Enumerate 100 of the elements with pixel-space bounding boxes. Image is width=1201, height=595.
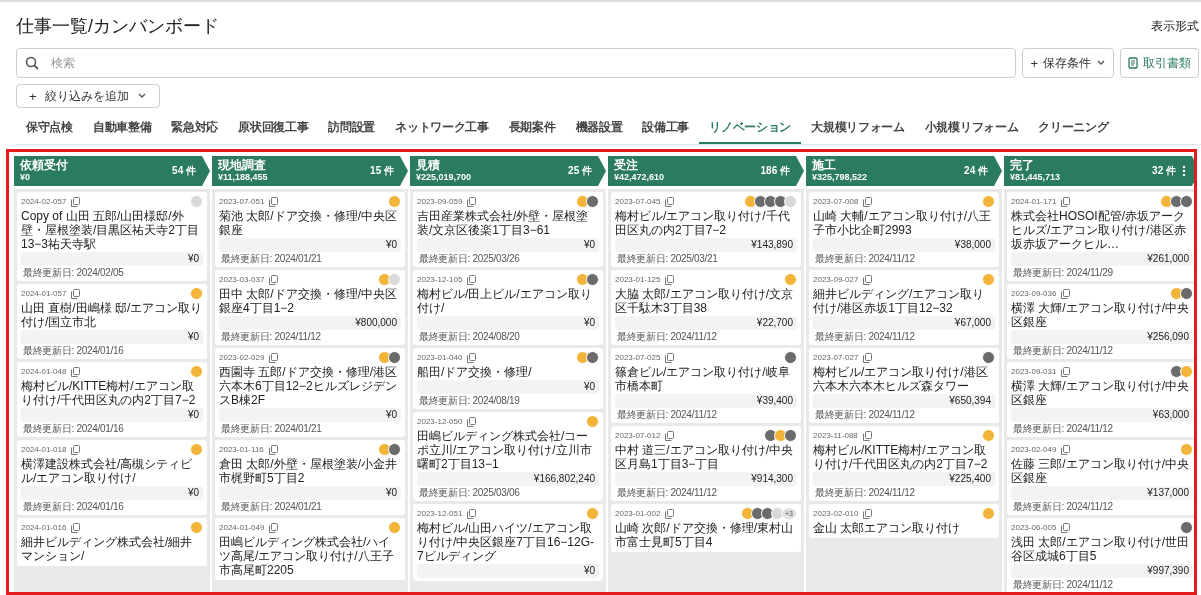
category-tab[interactable]: 自動車整備 (82, 114, 162, 144)
last-updated-date: 最終更新日: 2024/02/05 (22, 267, 125, 278)
copy-icon (467, 274, 477, 285)
avatar (784, 273, 797, 286)
job-card[interactable]: 2023-02-049 佐藤 三郎/エアコン取り付け/中央区銀座 ¥137,000 最終更新日: 2024/11/12 (1007, 440, 1194, 515)
job-amount: ¥0 (21, 252, 203, 266)
job-card[interactable]: 2024-01-016 細井ビルディング株式会社/細井マンション/ (17, 518, 207, 566)
category-tab[interactable]: 大規模リフォーム (801, 114, 915, 144)
last-updated-date: 最終更新日: 2024/11/12 (814, 409, 916, 420)
avatar (586, 195, 599, 208)
job-card[interactable]: 2024-01-018 横澤建設株式会社/高槻シティビル/エアコン取り付け/ ¥0 最終更新日: 2024/01/16 (17, 440, 207, 515)
last-updated-date: 最終更新日: 2024/11/12 (814, 331, 916, 342)
category-tab[interactable]: リノベーション (699, 114, 802, 144)
last-updated-date: 最終更新日: 2024/11/12 (1012, 501, 1114, 512)
job-number: 2023-09-027 (813, 275, 859, 284)
job-card[interactable]: 2023-09-031 横澤 大輝/エアコン取り付け/中央区銀座 ¥63,000 最終更新日: 2024/11/12 (1007, 362, 1194, 437)
job-title: 西園寺 五郎/ドア交換・修理/港区六本木6丁目12−2ヒルズレジデンスB棟2F (219, 365, 398, 407)
documents-button[interactable]: 取引書類 (1120, 48, 1199, 78)
category-tab[interactable]: クリーニング (1028, 114, 1119, 144)
job-amount: ¥0 (21, 486, 203, 500)
category-tab[interactable]: 原状回復工事 (228, 114, 319, 144)
avatar (190, 365, 203, 378)
job-card[interactable]: 2023-12-050 田嶋ビルディング株式会社/コーポ立川/エアコン取り付け/立川市曙町2丁目13−1 ¥166,802,240 最終更新日: 2025/03/06 (413, 412, 603, 501)
job-title: 株式会社HOSOI配管/赤坂アークヒルズ/エアコン取り付け/港区赤坂赤坂アークヒル… (1011, 209, 1187, 251)
job-card[interactable]: 2023-07-051 菊池 太郎/ドア交換・修理/中央区銀座 ¥0 最終更新日: 2024/01/21 (215, 192, 405, 267)
job-card[interactable]: 2023-07-025 篠倉ビル/エアコン取り付け/岐阜市橋本町 ¥39,400 最終更新日: 2024/11/12 (611, 348, 801, 423)
category-tab[interactable]: 設備工事 (632, 114, 700, 144)
job-card[interactable]: 2024-01-048 梅村ビル/KITTE梅村/エアコン取り付け/千代田区丸の内2丁目7−2 ¥0 最終更新日: 2024/01/16 (17, 362, 207, 437)
job-amount: ¥166,802,240 (417, 472, 599, 486)
stage-count: 54 件 (172, 164, 196, 178)
job-title: 横澤 大輝/エアコン取り付け/中央区銀座 (1011, 379, 1190, 407)
job-title: 細井ビルディング/エアコン取り付け/港区赤坂1丁目12−32 (813, 287, 986, 315)
avatar (982, 273, 995, 286)
job-card[interactable]: 2023-12-105 梅村ビル/田上ビル/エアコン取り付け/ ¥0 最終更新日: 2024/08/20 (413, 270, 603, 345)
category-tab[interactable]: 緊急対応 (161, 114, 229, 144)
copy-icon (862, 430, 872, 441)
avatar (190, 521, 203, 534)
job-number: 2023-07-025 (615, 353, 661, 362)
job-card[interactable]: 2023-09-036 横澤 大輝/エアコン取り付け/中央区銀座 ¥256,090 最終更新日: 2024/11/12 (1007, 284, 1194, 359)
job-title: 田嶋ビルディング株式会社/コーポ立川/エアコン取り付け/立川市曙町2丁目13−1 (417, 429, 593, 471)
job-card[interactable]: 2024-02-057 Copy of 山田 五郎/山田様邸/外壁・屋根塗装/目黒区祐天寺2丁目13−3祐天寺駅 ¥0 最終更新日: 2024/02/05 (17, 192, 207, 281)
job-card[interactable]: 2023-12-051 梅村ビル/山田ハイツ/エアコン取り付け/中央区銀座7丁目16−12G-7ビルディング ¥0 (413, 504, 603, 581)
job-card[interactable]: 2023-07-045 梅村ビル/エアコン取り付け/千代田区丸の内2丁目7−2 ¥143,890 最終更新日: 2025/03/21 (611, 192, 801, 267)
job-card[interactable]: 2023-09-059 吉田産業株式会社/外壁・屋根塗装/文京区後楽1丁目3−61 ¥0 最終更新日: 2025/03/26 (413, 192, 603, 267)
job-title: 山崎 次郎/ドア交換・修理/東村山市富士見町5丁目4 (615, 521, 794, 549)
stage-count: 15 件 (370, 164, 394, 178)
job-title: 倉田 太郎/外壁・屋根塗装/小金井市梶野町5丁目2 (219, 457, 398, 485)
category-tab[interactable]: 長期案件 (498, 114, 566, 144)
job-card[interactable]: 2023-02-029 西園寺 五郎/ドア交換・修理/港区六本木6丁目12−2ヒルズレジデンスB棟2F ¥0 最終更新日: 2024/01/21 (215, 348, 405, 437)
category-tab[interactable]: 小規模リフォーム (914, 114, 1029, 144)
job-card[interactable]: 2023-01-116 倉田 太郎/外壁・屋根塗装/小金井市梶野町5丁目2 ¥0 最終更新日: 2024/01/21 (215, 440, 405, 515)
job-title: 田嶋ビルディング株式会社/ハイツ高尾/エアコン取り付け/八王子市高尾町2205 (219, 535, 395, 577)
job-card[interactable]: 2023-06-005 浅田 太郎/エアコン取り付け/世田谷区成城6丁目5 ¥997,390 最終更新日: 2024/11/12 (1007, 518, 1194, 592)
job-card[interactable]: 2023-07-012 中村 道三/エアコン取り付け/中央区月島1丁目3−丁目 ¥914,300 最終更新日: 2024/11/12 (611, 426, 801, 501)
job-card[interactable]: 2023-01-040 船田/ドア交換・修理/ ¥0 最終更新日: 2024/08/19 (413, 348, 603, 409)
avatar (586, 415, 599, 428)
view-mode-label[interactable]: 表示形式 (1151, 17, 1199, 35)
more-icon[interactable] (1182, 165, 1186, 177)
job-title: 大脇 太郎/エアコン取り付け/文京区千駄木3丁目38 (615, 287, 794, 315)
job-number: 2023-02-049 (1011, 445, 1057, 454)
avatar (784, 195, 797, 208)
avatar (586, 273, 599, 286)
job-title: 横澤 大輝/エアコン取り付け/中央区銀座 (1011, 301, 1190, 329)
job-card[interactable]: 2023-01-125 大脇 太郎/エアコン取り付け/文京区千駄木3丁目38 ¥22,700 最終更新日: 2024/11/12 (611, 270, 801, 345)
job-card[interactable]: 2024-01-171 株式会社HOSOI配管/赤坂アークヒルズ/エアコン取り付け/港区赤坂赤坂アークヒル… ¥261,000 最終更新日: 2024/11/29 (1007, 192, 1194, 281)
category-tab[interactable]: 訪問設置 (318, 114, 386, 144)
job-card[interactable]: 2023-11-088 梅村ビル/KITTE梅村/エアコン取り付け/千代田区丸の内2丁目7−2 ¥225,400 最終更新日: 2024/11/12 (809, 426, 999, 501)
job-card[interactable]: 2023-03-037 田中 太郎/ドア交換・修理/中央区銀座4丁目1−2 ¥800,000 最終更新日: 2024/11/12 (215, 270, 405, 345)
job-card[interactable]: 2023-07-027 梅村ビル/エアコン取り付け/港区六本木六本木ヒルズ森タワー ¥650,394 最終更新日: 2024/11/12 (809, 348, 999, 423)
avatar (388, 443, 401, 456)
job-number: 2023-03-037 (219, 275, 265, 284)
avatar (784, 351, 797, 364)
copy-icon (1061, 444, 1071, 455)
category-tab[interactable]: ネットワーク工事 (385, 114, 499, 144)
add-filter-button[interactable]: + 絞り込みを追加 (16, 84, 160, 108)
avatar (754, 195, 767, 208)
copy-icon (665, 274, 675, 285)
job-card[interactable]: 2024-01-057 山田 直樹/田嶋様 邸/エアコン取り付け/国立市北 ¥0 最終更新日: 2024/01/16 (17, 284, 207, 359)
category-tab[interactable]: 機器設置 (565, 114, 633, 144)
job-card[interactable]: 2024-01-049 田嶋ビルディング株式会社/ハイツ高尾/エアコン取り付け/八王子市高尾町2205 (215, 518, 405, 580)
job-title: 細井ビルディング株式会社/細井マンション/ (21, 535, 194, 563)
job-amount: ¥0 (219, 238, 401, 252)
copy-icon (269, 274, 279, 285)
copy-icon (467, 352, 477, 363)
save-conditions-button[interactable]: + 保存条件 (1022, 48, 1114, 78)
copy-icon (863, 196, 873, 207)
job-amount: ¥261,000 (1011, 252, 1193, 266)
avatar (1180, 365, 1193, 378)
copy-icon (71, 444, 81, 455)
job-card[interactable]: 2023-07-008 山崎 大輔/エアコン取り付け/八王子市小比企町2993 ¥38,000 最終更新日: 2024/11/12 (809, 192, 999, 267)
job-amount: ¥22,700 (615, 316, 797, 330)
stage-total: ¥42,472,610 (614, 172, 666, 183)
stage-count: 24 件 (964, 164, 988, 178)
stage-name: 施工 (812, 159, 837, 173)
category-tab[interactable]: 保守点検 (16, 114, 83, 144)
last-updated-date: 最終更新日: 2024/11/12 (616, 331, 718, 342)
job-card[interactable]: 2023-09-027 細井ビルディング/エアコン取り付け/港区赤坂1丁目12−32 ¥67,000 最終更新日: 2024/11/12 (809, 270, 999, 345)
search-field[interactable]: 検索 (16, 48, 1017, 78)
job-card[interactable]: 2023-02-010 金山 太郎エアコン取り付け (809, 504, 999, 538)
job-number: 2023-12-050 (417, 417, 463, 426)
